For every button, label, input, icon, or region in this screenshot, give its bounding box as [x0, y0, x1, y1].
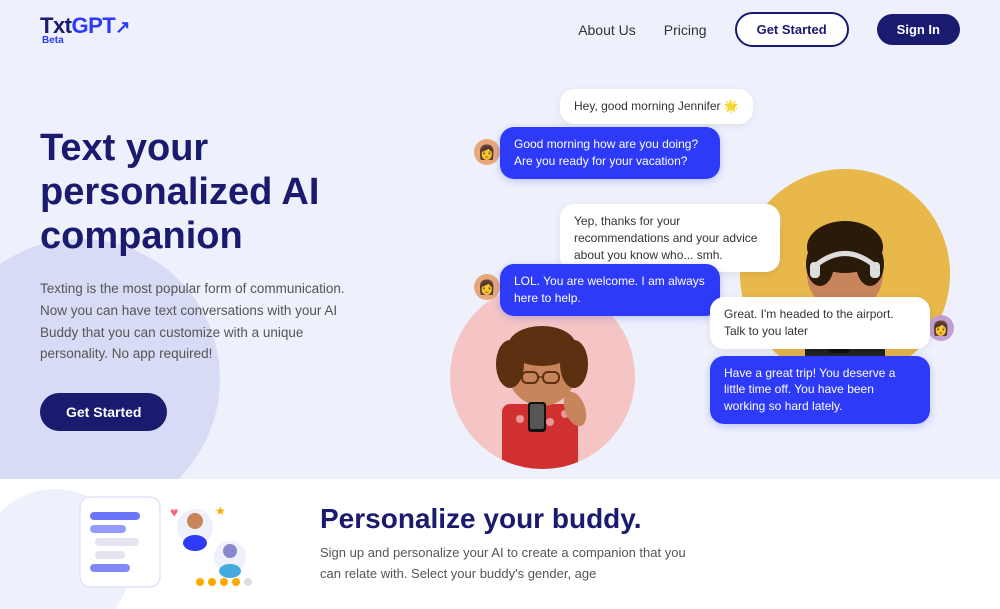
- chat-bubble-1: Hey, good morning Jennifer 🌟: [560, 89, 753, 124]
- section2: ♥ ★ Personalize your buddy. Sign up and …: [0, 479, 1000, 609]
- hero-section: Text your personalized AI companion Text…: [0, 59, 1000, 479]
- hero-title: Text your personalized AI companion: [40, 127, 420, 258]
- chat-bubble-6: Have a great trip! You deserve a little …: [710, 356, 930, 424]
- chat-bubble-5: Great. I'm headed to the airport. Talk t…: [710, 297, 930, 349]
- hero-right: Hey, good morning Jennifer 🌟 👩 Good morn…: [420, 59, 960, 479]
- chat-bubble-4: LOL. You are welcome. I am always here t…: [500, 264, 720, 316]
- svg-text:♥: ♥: [170, 504, 178, 520]
- hero-get-started-button[interactable]: Get Started: [40, 393, 167, 431]
- chat-area: Hey, good morning Jennifer 🌟 👩 Good morn…: [440, 79, 960, 479]
- nav-about-us[interactable]: About Us: [578, 22, 636, 38]
- hero-left: Text your personalized AI companion Text…: [40, 59, 420, 479]
- section2-text: Personalize your buddy. Sign up and pers…: [320, 503, 700, 585]
- nav-sign-in-button[interactable]: Sign In: [877, 14, 960, 45]
- navbar: TxtGPT↗ Beta About Us Pricing Get Starte…: [0, 0, 1000, 59]
- nav-links: About Us Pricing Get Started Sign In: [578, 12, 960, 47]
- hero-subtitle: Texting is the most popular form of comm…: [40, 278, 360, 364]
- logo-wrap: TxtGPT↗ Beta: [40, 13, 130, 46]
- avatar-5: 👩: [928, 315, 954, 341]
- nav-pricing[interactable]: Pricing: [664, 22, 707, 38]
- chat-bubble-2: Good morning how are you doing? Are you …: [500, 127, 720, 179]
- section2-title: Personalize your buddy.: [320, 503, 700, 535]
- section2-subtitle: Sign up and personalize your AI to creat…: [320, 543, 700, 585]
- avatar-2: 👩: [474, 139, 500, 165]
- section2-illustration: ♥ ★: [40, 487, 260, 602]
- avatar-4: 👩: [474, 274, 500, 300]
- beta-badge: Beta: [42, 35, 64, 46]
- svg-text:★: ★: [215, 504, 226, 518]
- nav-get-started-button[interactable]: Get Started: [735, 12, 849, 47]
- chat-bubble-3: Yep, thanks for your recommendations and…: [560, 204, 780, 272]
